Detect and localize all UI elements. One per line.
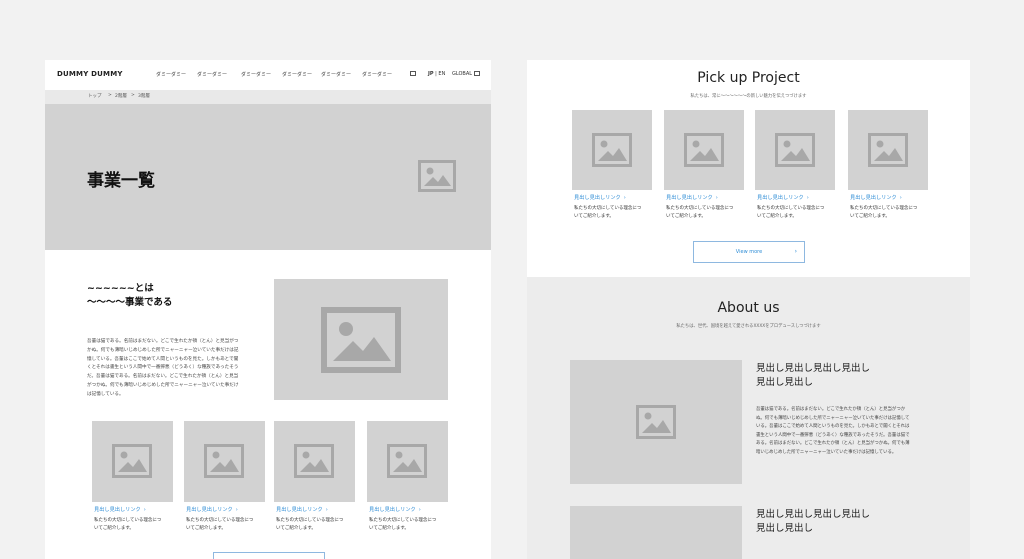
nav-item-1[interactable]: ダミーダミー [156,71,186,78]
card-description-2: 私たちの大切にしている理念につ いてご紹介します。 [186,518,254,531]
about-us-title: About us [717,300,780,316]
about-us-section: About us 私たちは、世代、国境を越えて愛されるXXXXをプロデュースしつ… [527,277,970,559]
site-header: DUMMY DUMMY ダミーダミー ダミーダミー ダミーダミー ダミーダミー … [45,60,491,90]
nav-item-6[interactable]: ダミーダミー [362,71,392,78]
about-us-subtitle: 私たちは、世代、国境を越えて愛されるXXXXをプロデュースしつづけます [676,324,821,329]
breadcrumb: トップ > 2階層 > 3階層 [45,90,491,104]
breadcrumb-level3: 3階層 [138,94,150,99]
image-placeholder-icon [204,444,244,478]
pickup-link-2[interactable]: 見出し見出しリンク › [666,194,718,201]
chevron-right-icon: › [623,195,626,201]
chevron-right-icon: › [418,507,421,513]
pickup-title: Pick up Project [697,70,800,86]
card-thumbnail-4[interactable] [367,421,448,502]
card-link-2[interactable]: 見出し見出しリンク › [186,506,238,513]
pickup-thumbnail-1[interactable] [572,110,652,190]
about-us-image-1 [570,360,742,484]
image-placeholder-icon [592,133,632,167]
image-placeholder-icon [294,444,334,478]
language-switch[interactable]: JP | EN [428,71,445,77]
card-thumbnail-2[interactable] [184,421,265,502]
pickup-subtitle: 私たちは、常に〜〜〜〜〜〜の新しい魅力を伝えつづけます [690,94,807,99]
right-page-mockup: Pick up Project 私たちは、常に〜〜〜〜〜〜の新しい魅力を伝えつづ… [527,60,970,559]
pickup-link-3[interactable]: 見出し見出しリンク › [757,194,809,201]
nav-item-2[interactable]: ダミーダミー [197,71,227,78]
image-placeholder-icon [775,133,815,167]
image-placeholder-icon [387,444,427,478]
about-us-heading-2: 見出し見出し見出し見出し 見出し見出し [756,509,871,534]
chevron-right-icon: › [325,507,328,513]
lang-en[interactable]: EN [438,71,445,77]
pickup-link-1[interactable]: 見出し見出しリンク › [574,194,626,201]
breadcrumb-level2[interactable]: 2階層 [115,93,127,99]
view-more-label: View more [735,249,763,255]
about-body: 吾輩は猫である。名前はまだない。どこで生れたか頓（とん）と見当がつ かぬ。何でも… [87,339,239,397]
pickup-description-4: 私たちの大切にしている理念につ いてご紹介します。 [850,206,918,219]
lang-jp[interactable]: JP [428,71,434,77]
pickup-thumbnail-2[interactable] [664,110,744,190]
pickup-section: Pick up Project 私たちは、常に〜〜〜〜〜〜の新しい魅力を伝えつづ… [527,60,970,277]
chevron-right-icon: › [794,248,797,255]
card-description-1: 私たちの大切にしている理念につ いてご紹介します。 [94,518,162,531]
image-placeholder-icon [636,405,676,439]
image-placeholder-icon [321,307,401,373]
about-us-heading-1: 見出し見出し見出し見出し 見出し見出し [756,363,871,388]
external-link-icon[interactable] [410,71,416,76]
global-external-icon[interactable] [474,71,480,76]
pickup-thumbnail-4[interactable] [848,110,928,190]
breadcrumb-separator: > [108,93,112,98]
about-us-body-1: 吾輩は猫である。名前はまだない。どこで生れたか頓（とん）と見当がつか ぬ。何でも… [756,407,910,455]
view-more-button[interactable] [213,552,325,559]
card-thumbnail-1[interactable] [92,421,173,502]
chevron-right-icon: › [899,195,902,201]
chevron-right-icon: › [715,195,718,201]
pickup-link-4[interactable]: 見出し見出しリンク › [850,194,902,201]
chevron-right-icon: › [235,507,238,513]
chevron-right-icon: › [806,195,809,201]
chevron-right-icon: › [143,507,146,513]
image-placeholder-icon [868,133,908,167]
nav-item-4[interactable]: ダミーダミー [282,71,312,78]
breadcrumb-top[interactable]: トップ [88,93,102,99]
image-placeholder-icon [418,160,456,192]
left-page-mockup: DUMMY DUMMY ダミーダミー ダミーダミー ダミーダミー ダミーダミー … [45,60,491,559]
nav-item-5[interactable]: ダミーダミー [321,71,351,78]
pickup-description-1: 私たちの大切にしている理念につ いてご紹介します。 [574,206,642,219]
card-description-4: 私たちの大切にしている理念につ いてご紹介します。 [369,518,437,531]
about-heading: ~~~~~~とは 〜〜〜〜事業である [87,283,173,308]
breadcrumb-separator: > [131,93,135,98]
global-link[interactable]: GLOBAL [452,71,472,77]
card-link-1[interactable]: 見出し見出しリンク › [94,506,146,513]
card-link-3[interactable]: 見出し見出しリンク › [276,506,328,513]
view-more-button[interactable]: View more › [693,241,805,263]
card-thumbnail-3[interactable] [274,421,355,502]
pickup-description-3: 私たちの大切にしている理念につ いてご紹介します。 [757,206,825,219]
pickup-description-2: 私たちの大切にしている理念につ いてご紹介します。 [666,206,734,219]
card-description-3: 私たちの大切にしている理念につ いてご紹介します。 [276,518,344,531]
page-title: 事業一覧 [87,171,155,191]
site-logo[interactable]: DUMMY DUMMY [57,70,123,78]
image-placeholder-icon [112,444,152,478]
lang-separator: | [435,71,437,77]
hero-banner: 事業一覧 [45,104,491,250]
card-link-4[interactable]: 見出し見出しリンク › [369,506,421,513]
about-us-image-2 [570,506,742,559]
image-placeholder-icon [684,133,724,167]
about-image [274,279,448,400]
nav-item-3[interactable]: ダミーダミー [241,71,271,78]
pickup-thumbnail-3[interactable] [755,110,835,190]
